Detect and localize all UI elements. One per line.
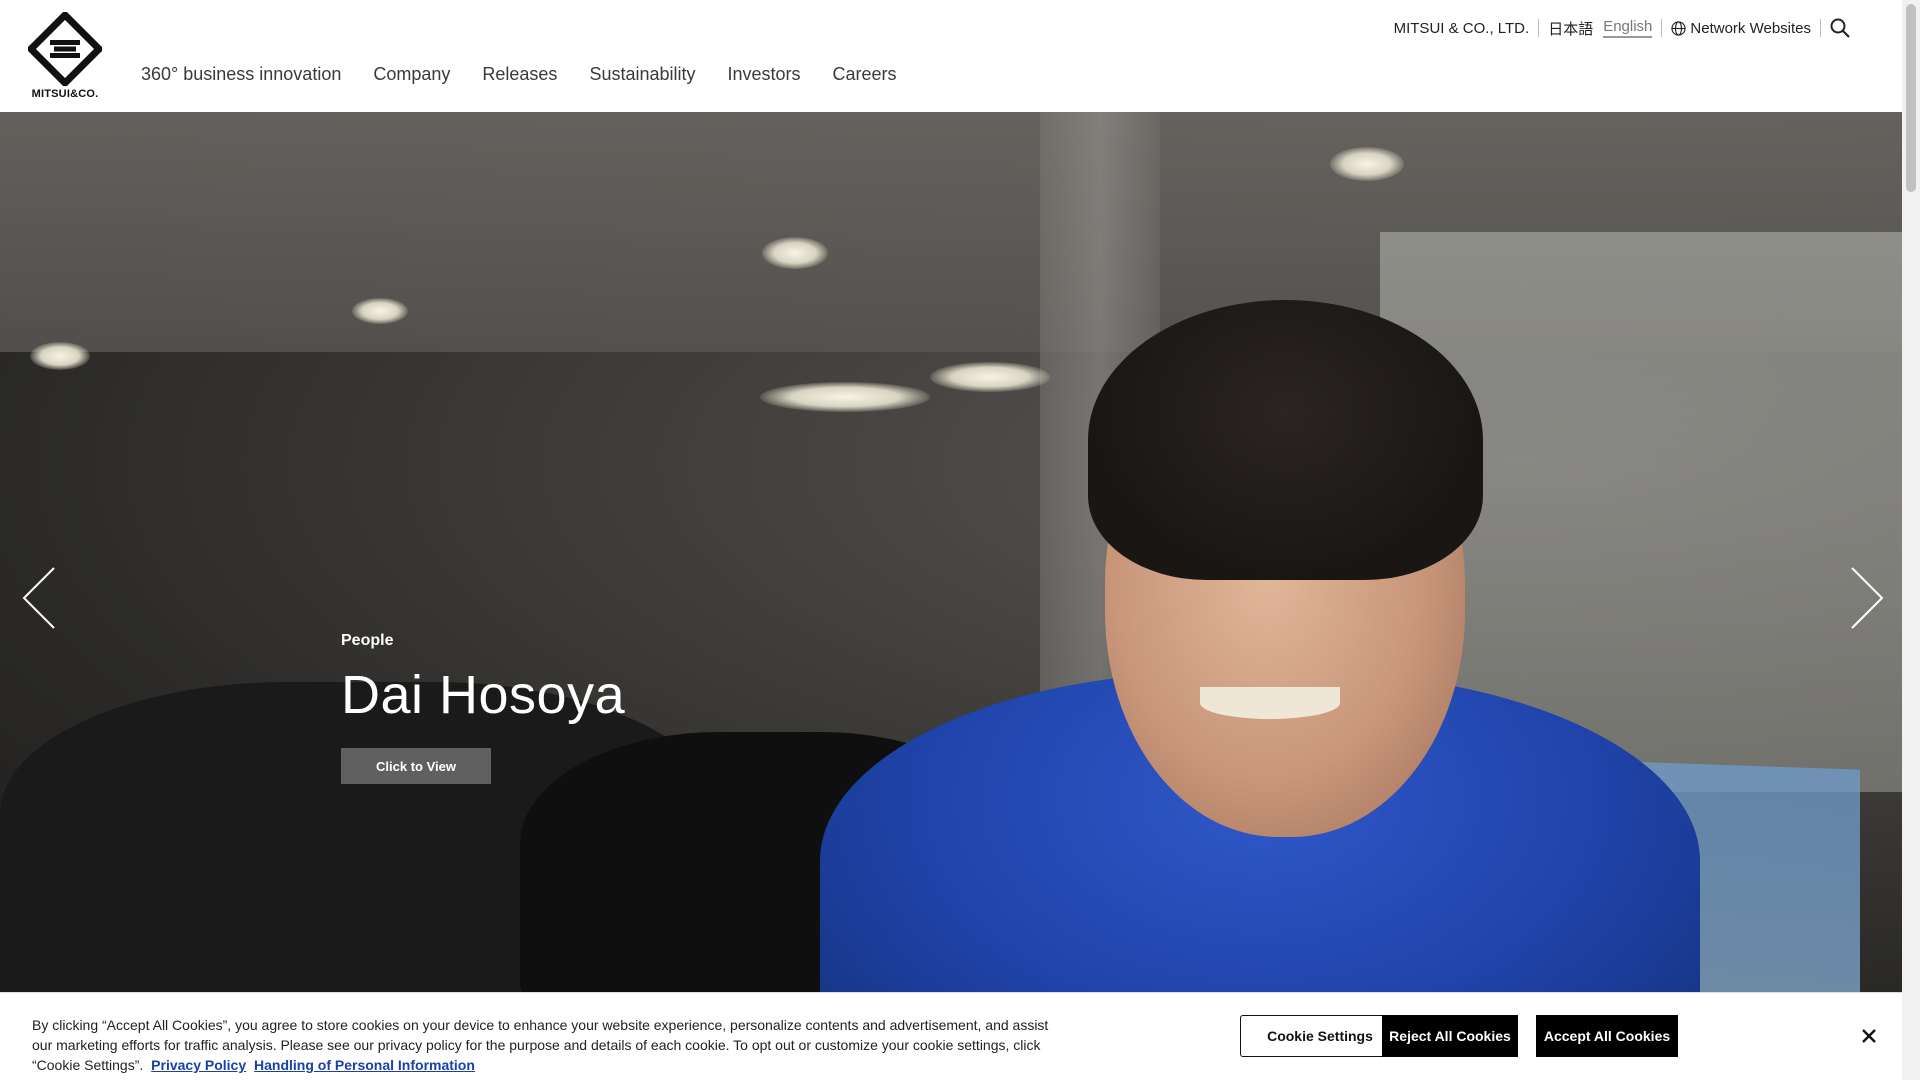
search-icon (1830, 18, 1850, 38)
search-button[interactable] (1830, 18, 1850, 38)
carousel-next-button[interactable] (1846, 566, 1886, 630)
hero-bg-light (1330, 147, 1404, 181)
divider (1538, 19, 1540, 37)
hero-category: People (341, 632, 394, 649)
utility-nav: MITSUI & CO., LTD. 日本語 English Network W… (1394, 17, 1850, 39)
site-header: MITSUI&CO. 360° business innovation Comp… (0, 0, 1902, 112)
click-to-view-button[interactable]: Click to View (341, 748, 491, 784)
chevron-right-icon (1851, 567, 1884, 629)
carousel-prev-button[interactable] (20, 566, 60, 630)
hero-bg-light (352, 298, 408, 324)
logo-wordmark: MITSUI&CO. (31, 88, 99, 100)
accept-all-cookies-button[interactable]: Accept All Cookies (1536, 1015, 1678, 1057)
close-icon (1862, 1029, 1876, 1043)
lang-japanese-link[interactable]: 日本語 (1548, 18, 1593, 39)
company-name-link[interactable]: MITSUI & CO., LTD. (1394, 20, 1530, 37)
lang-english-link[interactable]: English (1603, 18, 1653, 38)
cookie-banner: By clicking “Accept All Cookies”, you ag… (0, 992, 1902, 1080)
chevron-left-icon (22, 567, 55, 629)
network-websites-link[interactable]: Network Websites (1671, 20, 1811, 37)
hero-bg-light (760, 382, 930, 412)
hero-bg-light (930, 362, 1050, 392)
globe-icon (1671, 20, 1687, 36)
nav-item-360-business-innovation[interactable]: 360° business innovation (141, 64, 341, 85)
personal-info-link[interactable]: Handling of Personal Information (254, 1057, 475, 1073)
hero-content: People Dai Hosoya Click to View (341, 632, 625, 784)
nav-item-investors[interactable]: Investors (728, 64, 801, 85)
hero-bg-light (30, 342, 90, 370)
hero-person-hair (1088, 300, 1483, 580)
hero-title: Dai Hosoya (341, 665, 626, 725)
reject-all-cookies-button[interactable]: Reject All Cookies (1382, 1015, 1518, 1057)
cookie-close-button[interactable] (1858, 1025, 1880, 1047)
nav-item-sustainability[interactable]: Sustainability (589, 64, 695, 85)
nav-item-careers[interactable]: Careers (833, 64, 897, 85)
hero-carousel: People Dai Hosoya Click to View (0, 112, 1902, 992)
network-websites-label: Network Websites (1690, 19, 1811, 37)
cookie-text: By clicking “Accept All Cookies”, you ag… (32, 1015, 1052, 1075)
nav-item-company[interactable]: Company (373, 64, 450, 85)
hero-bg-light (762, 237, 828, 269)
page-scrollbar[interactable] (1902, 0, 1920, 1080)
mitsui-logo[interactable]: MITSUI&CO. (28, 12, 102, 102)
divider (1661, 19, 1663, 37)
main-nav: 360° business innovation Company Release… (141, 64, 929, 85)
cookie-settings-button[interactable]: Cookie Settings (1240, 1015, 1400, 1057)
divider (1820, 19, 1821, 37)
mitsui-logo-mark (28, 12, 102, 86)
scrollbar-thumb[interactable] (1906, 4, 1916, 192)
hero-person-smile (1200, 687, 1340, 719)
nav-item-releases[interactable]: Releases (482, 64, 557, 85)
privacy-policy-link[interactable]: Privacy Policy (151, 1057, 246, 1073)
